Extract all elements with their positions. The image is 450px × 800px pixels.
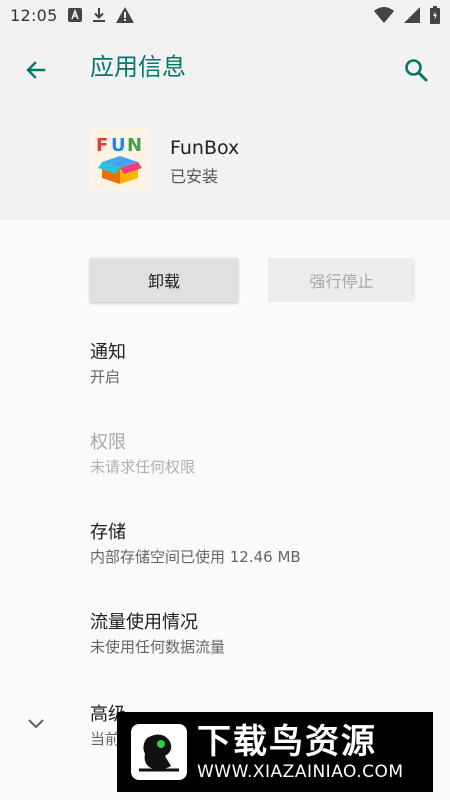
setting-summary: 开启 (90, 368, 121, 386)
warning-icon (115, 7, 134, 23)
app-install-status: 已安装 (170, 167, 219, 186)
svg-text:F: F (96, 135, 108, 154)
arrow-left-icon (26, 61, 46, 79)
setting-title: 存储 (90, 522, 126, 543)
setting-data-usage[interactable]: 流量使用情况 未使用任何数据流量 (0, 608, 450, 680)
setting-title: 通知 (90, 342, 126, 363)
chevron-down-icon[interactable] (24, 712, 48, 736)
svg-text:N: N (127, 135, 142, 154)
funbox-logo-icon: F U N (96, 135, 142, 154)
signal-icon (404, 7, 420, 23)
search-icon (405, 59, 428, 82)
setting-summary: 未使用任何数据流量 (90, 638, 226, 656)
a-badge-icon (67, 8, 82, 22)
watermark-banner: 下载鸟资源 WWW.XIAZAINIAO.COM (117, 712, 433, 792)
download-icon (92, 7, 106, 23)
back-button[interactable] (18, 52, 54, 88)
bird-logo-icon (131, 724, 187, 780)
page-title: 应用信息 (90, 53, 186, 81)
svg-text:U: U (111, 135, 126, 154)
setting-title: 流量使用情况 (90, 612, 198, 633)
app-name: FunBox (170, 137, 240, 159)
app-icon: F U N (90, 128, 150, 190)
status-bar: 12:05 (0, 0, 450, 30)
setting-notifications[interactable]: 通知 开启 (0, 338, 450, 410)
uninstall-button[interactable]: 卸载 (90, 258, 238, 302)
force-stop-button: 强行停止 (268, 258, 415, 302)
status-time: 12:05 (10, 5, 58, 25)
setting-title: 权限 (90, 432, 126, 453)
watermark-title: 下载鸟资源 (197, 722, 377, 762)
app-info-header: 应用信息 F U N FunBox 已安装 (0, 30, 450, 220)
setting-storage[interactable]: 存储 内部存储空间已使用 12.46 MB (0, 518, 450, 590)
setting-permissions: 权限 未请求任何权限 (0, 428, 450, 500)
battery-icon (430, 6, 440, 24)
wifi-icon (374, 7, 394, 23)
setting-summary: 当前 (90, 730, 121, 748)
watermark-url: WWW.XIAZAINIAO.COM (197, 762, 404, 782)
search-button[interactable] (396, 50, 436, 90)
box-icon (98, 156, 142, 184)
setting-summary: 内部存储空间已使用 12.46 MB (90, 548, 301, 566)
setting-summary: 未请求任何权限 (90, 458, 196, 476)
